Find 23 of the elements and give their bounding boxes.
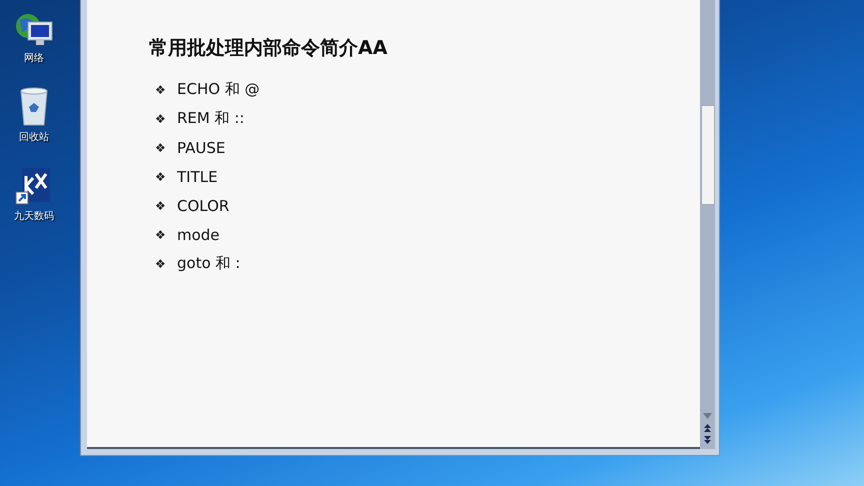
list-item-text: COLOR xyxy=(177,196,230,214)
scrollbar[interactable] xyxy=(700,0,715,449)
bullet-icon: ❖ xyxy=(155,82,177,96)
globe-monitor-icon[interactable] xyxy=(14,12,54,48)
desktop-icon-label[interactable]: 网络 xyxy=(24,51,44,65)
bullet-icon: ❖ xyxy=(155,256,177,270)
desktop-icon-label[interactable]: 九天数码 xyxy=(14,209,54,223)
desktop-icon-label[interactable]: 回收站 xyxy=(19,130,49,144)
list-item-text: TITLE xyxy=(177,168,218,186)
list-item-text: REM 和 :: xyxy=(177,109,244,128)
document-title: 常用批处理内部命令简介AA xyxy=(149,36,388,61)
bullet-icon: ❖ xyxy=(155,170,177,184)
list-item-text: ECHO 和 @ xyxy=(177,80,260,99)
trash-bin-icon[interactable] xyxy=(19,87,49,127)
bullet-icon: ❖ xyxy=(155,112,177,126)
scrollbar-thumb[interactable] xyxy=(700,105,714,205)
bullet-icon: ❖ xyxy=(155,228,177,242)
bullet-icon: ❖ xyxy=(155,198,177,212)
bullet-icon: ❖ xyxy=(155,140,177,154)
list-item-text: goto 和 : xyxy=(177,254,240,273)
page-arrows-icon[interactable] xyxy=(703,423,712,445)
list-item-text: mode xyxy=(177,226,220,244)
list-item-text: PAUSE xyxy=(177,138,226,156)
